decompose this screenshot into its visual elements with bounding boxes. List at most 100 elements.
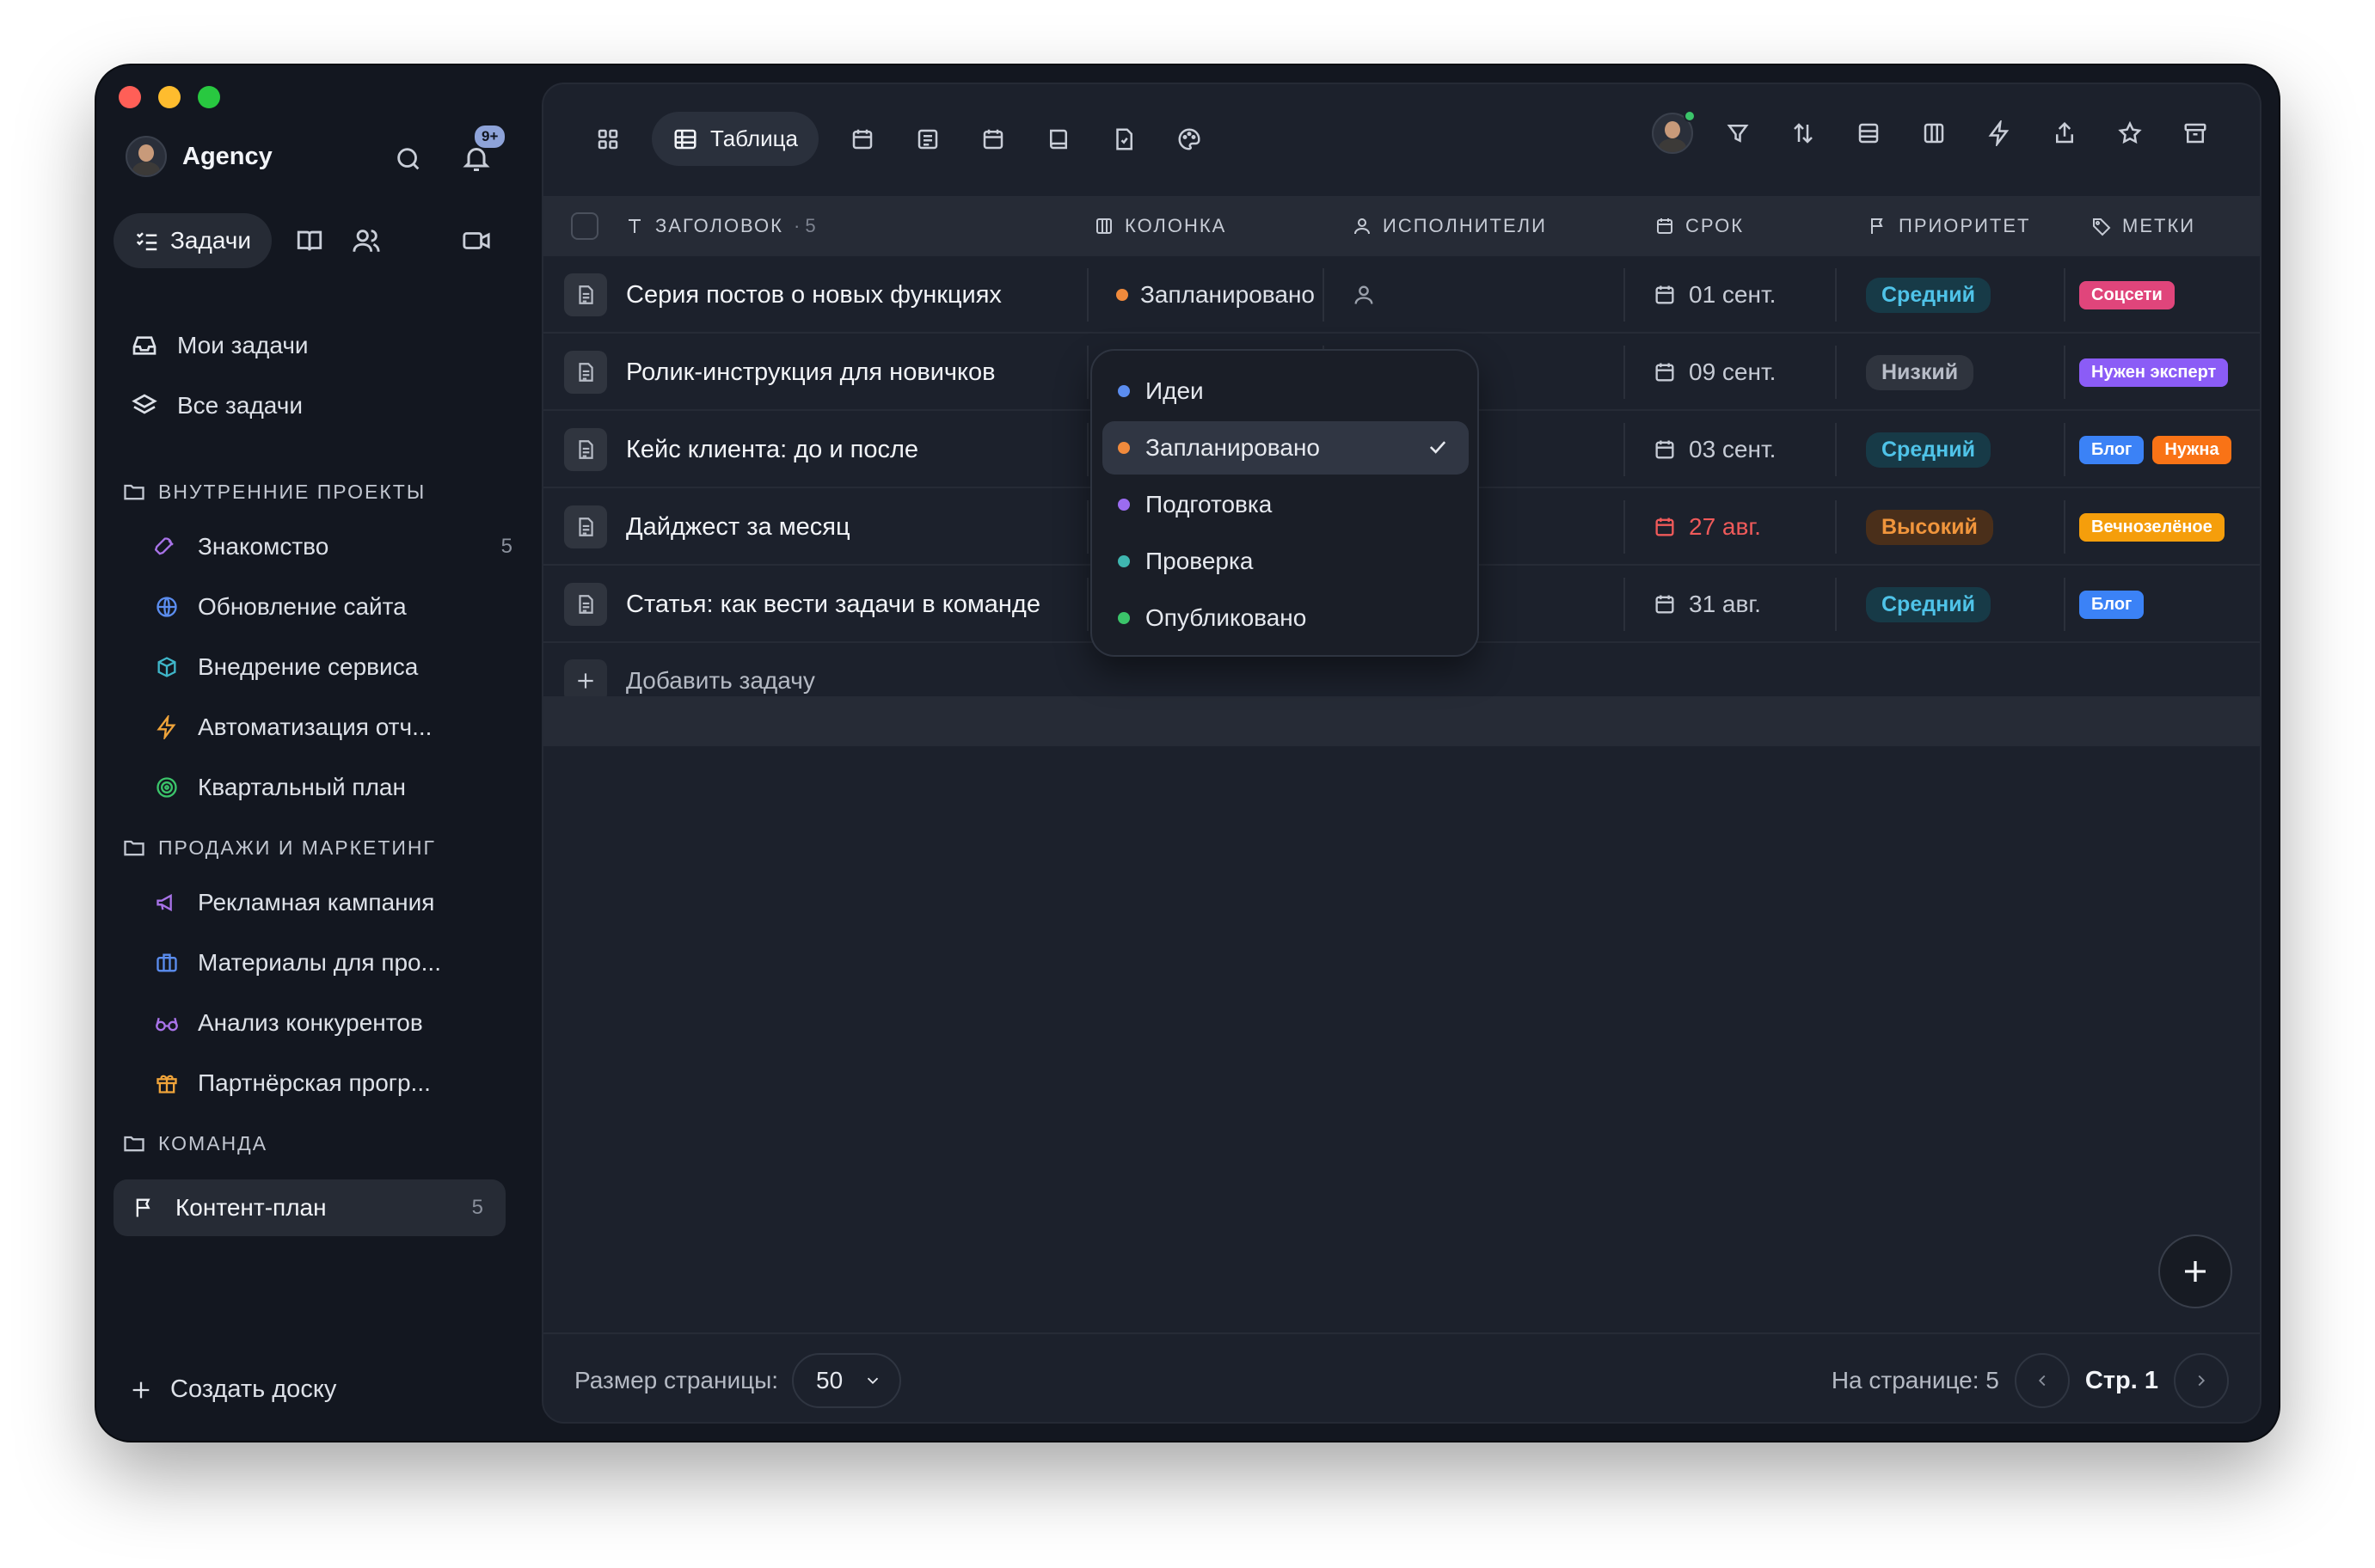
next-page-button[interactable] — [2174, 1353, 2229, 1408]
title-cell[interactable]: Дайджест за месяц — [564, 488, 850, 566]
view-palette-button[interactable] — [1168, 118, 1211, 161]
main-panel: Таблица ЗАГОЛОВОК · 5 КОЛОНКА ИСПОЛНИТЕЛ… — [542, 83, 2261, 1424]
header-title-label: ЗАГОЛОВОК — [655, 215, 783, 236]
priority-cell[interactable]: Средний — [1866, 566, 1991, 643]
page-size-select[interactable]: 50 — [792, 1353, 902, 1408]
due-cell[interactable]: 27 авг. — [1653, 488, 1761, 566]
project-item[interactable]: Партнёрская прогр... — [155, 1069, 533, 1097]
table-row[interactable]: Серия постов о новых функциях Запланиров… — [543, 256, 2260, 334]
table-header: ЗАГОЛОВОК · 5 КОЛОНКА ИСПОЛНИТЕЛИ СРОК П… — [543, 196, 2260, 256]
header-due[interactable]: СРОК — [1654, 196, 1744, 256]
share-button[interactable] — [2043, 112, 2086, 155]
mode-docs[interactable] — [291, 222, 328, 260]
automation-button[interactable] — [1978, 112, 2021, 155]
due-cell[interactable]: 31 авг. — [1653, 566, 1761, 643]
project-item[interactable]: Обновление сайта — [155, 593, 533, 621]
header-priority[interactable]: ПРИОРИТЕТ — [1868, 196, 2030, 256]
tags-cell[interactable]: Блог — [2079, 566, 2145, 643]
section-internal[interactable]: ВНУТРЕННИЕ ПРОЕКТЫ — [122, 480, 426, 504]
due-cell[interactable]: 09 сент. — [1653, 334, 1776, 411]
nav-my-tasks[interactable]: Мои задачи — [131, 332, 309, 359]
project-item[interactable]: Автоматизация отч... — [155, 714, 533, 741]
columns-button[interactable] — [1912, 112, 1955, 155]
priority-cell[interactable]: Низкий — [1866, 334, 1974, 411]
due-cell[interactable]: 03 сент. — [1653, 411, 1776, 488]
group-rows-button[interactable] — [1847, 112, 1890, 155]
tag-badge[interactable]: Нужен эксперт — [2079, 358, 2229, 387]
tags-cell[interactable]: Соцсети — [2079, 256, 2175, 334]
tags-cell[interactable]: Нужен эксперт — [2079, 334, 2229, 411]
dropdown-option[interactable]: Проверка — [1102, 535, 1469, 588]
dropdown-option[interactable]: Подготовка — [1102, 478, 1469, 531]
section-sales[interactable]: ПРОДАЖИ И МАРКЕТИНГ — [122, 836, 436, 860]
priority-cell[interactable]: Средний — [1866, 256, 1991, 334]
dropdown-option[interactable]: Опубликовано — [1102, 591, 1469, 645]
title-cell[interactable]: Ролик-инструкция для новичков — [564, 334, 996, 411]
sort-button[interactable] — [1782, 112, 1825, 155]
archive-button[interactable] — [2174, 112, 2217, 155]
title-cell[interactable]: Кейс клиента: до и после — [564, 411, 918, 488]
project-item[interactable]: Внедрение сервиса — [155, 653, 533, 681]
bell-icon[interactable] — [461, 143, 492, 178]
header-assignees[interactable]: ИСПОЛНИТЕЛИ — [1352, 196, 1547, 256]
status-cell[interactable]: Запланировано — [1116, 281, 1315, 309]
project-item[interactable]: Знакомство 5 — [155, 533, 533, 560]
filter-button[interactable] — [1716, 112, 1759, 155]
glasses-icon — [156, 1017, 178, 1032]
select-all-checkbox[interactable] — [571, 196, 598, 256]
active-project[interactable]: Контент-план 5 — [114, 1179, 506, 1236]
nav-all-tasks[interactable]: Все задачи — [131, 392, 303, 420]
view-doc-button[interactable] — [906, 118, 949, 161]
dropdown-option-label: Подготовка — [1145, 491, 1273, 518]
view-table-button[interactable]: Таблица — [652, 112, 819, 166]
create-board-button[interactable]: Создать доску — [129, 1375, 336, 1404]
user-avatar[interactable] — [1651, 110, 1696, 155]
mode-people[interactable] — [347, 222, 385, 260]
view-book-button[interactable] — [1037, 118, 1080, 161]
add-floating-button[interactable] — [2158, 1234, 2232, 1308]
mode-switcher: Задачи — [114, 213, 495, 268]
assignee-cell[interactable] — [1352, 256, 1376, 334]
title-cell[interactable]: Серия постов о новых функциях — [564, 256, 1002, 334]
due-date: 03 сент. — [1689, 436, 1777, 462]
tag-badge[interactable]: Вечнозелёное — [2079, 512, 2225, 542]
project-item[interactable]: Рекламная кампания — [155, 889, 533, 916]
due-cell[interactable]: 01 сент. — [1653, 256, 1776, 334]
section-team[interactable]: КОМАНДА — [122, 1131, 267, 1155]
mode-tasks[interactable]: Задачи — [114, 213, 273, 268]
dropdown-option-label: Опубликовано — [1145, 604, 1307, 631]
tag-badge[interactable]: Блог — [2079, 435, 2145, 464]
project-item[interactable]: Квартальный план — [155, 774, 533, 801]
prev-page-button[interactable] — [2014, 1353, 2070, 1408]
mode-video[interactable] — [457, 222, 495, 260]
tags-cell[interactable]: Блог Нужна — [2079, 411, 2231, 488]
view-calendar-button[interactable] — [841, 118, 884, 161]
priority-cell[interactable]: Средний — [1866, 411, 1991, 488]
view-file-button[interactable] — [1102, 118, 1145, 161]
view-schedule-button[interactable] — [972, 118, 1015, 161]
tag-badge[interactable]: Блог — [2079, 590, 2145, 619]
header-title[interactable]: ЗАГОЛОВОК · 5 — [624, 196, 816, 256]
section-label: ВНУТРЕННИЕ ПРОЕКТЫ — [158, 480, 427, 503]
tag-badge[interactable]: Нужна — [2152, 435, 2231, 464]
priority-cell[interactable]: Высокий — [1866, 488, 1993, 566]
project-item[interactable]: Анализ конкурентов — [155, 1009, 533, 1037]
tags-cell[interactable]: Вечнозелёное — [2079, 488, 2225, 566]
section-label: КОМАНДА — [158, 1131, 268, 1155]
header-column[interactable]: КОЛОНКА — [1094, 196, 1226, 256]
favorite-button[interactable] — [2108, 112, 2151, 155]
view-grid-button[interactable] — [586, 118, 629, 161]
tag-badge[interactable]: Соцсети — [2079, 280, 2175, 309]
users-icon — [353, 230, 380, 252]
pagination-footer: Размер страницы: 50 На странице: 5 Стр. … — [543, 1332, 2260, 1422]
rocket-icon — [155, 537, 174, 555]
task-title: Статья: как вести задачи в команде — [626, 590, 1040, 618]
dropdown-option[interactable]: Запланировано — [1102, 421, 1469, 475]
project-label: Рекламная кампания — [198, 889, 435, 916]
dropdown-option[interactable]: Идеи — [1102, 364, 1469, 418]
search-icon[interactable] — [394, 144, 423, 178]
project-item[interactable]: Материалы для про... — [155, 949, 533, 977]
title-cell[interactable]: Статья: как вести задачи в команде — [564, 566, 1040, 643]
workspace-switcher[interactable]: Agency — [126, 136, 273, 177]
header-tags[interactable]: МЕТКИ — [2091, 196, 2195, 256]
